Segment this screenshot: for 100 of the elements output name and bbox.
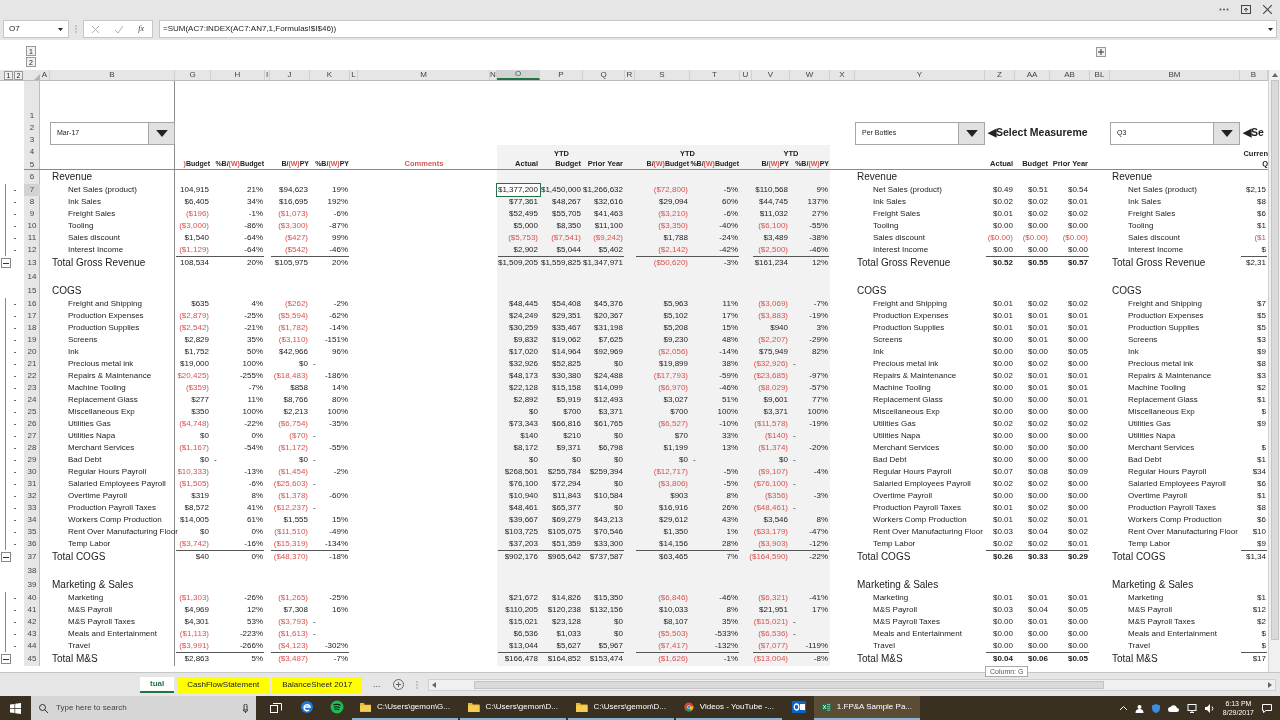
column-header[interactable]: Q xyxy=(583,70,625,80)
row-header[interactable]: 2 xyxy=(24,121,40,133)
row-header[interactable]: 24 xyxy=(24,394,40,406)
scrollbar-thumb[interactable] xyxy=(1270,80,1279,640)
horizontal-scrollbar[interactable] xyxy=(427,678,1276,691)
cloud-icon[interactable] xyxy=(1167,704,1179,712)
notifications-icon[interactable] xyxy=(1262,703,1272,713)
column-header[interactable]: Y xyxy=(855,70,985,80)
row-header[interactable]: 17 xyxy=(24,310,40,322)
row-header[interactable]: 6 xyxy=(24,170,40,184)
row-header[interactable]: 39 xyxy=(24,578,40,592)
column-header[interactable]: L xyxy=(350,70,358,80)
column-header[interactable]: K xyxy=(310,70,350,80)
row-header[interactable]: 14 xyxy=(24,270,40,284)
column-header[interactable]: S xyxy=(635,70,690,80)
column-header[interactable]: AA xyxy=(1015,70,1050,80)
column-header[interactable]: BM xyxy=(1110,70,1240,80)
people-icon[interactable] xyxy=(1134,703,1144,713)
close-icon[interactable] xyxy=(1263,4,1272,14)
row-header[interactable]: 42 xyxy=(24,616,40,628)
column-header[interactable]: M xyxy=(358,70,490,80)
sheet-tab[interactable]: tual xyxy=(140,676,175,693)
column-header[interactable]: BL xyxy=(1090,70,1110,80)
row-header[interactable]: 11 xyxy=(24,232,40,244)
row-header[interactable]: 22 xyxy=(24,370,40,382)
column-header[interactable]: J xyxy=(270,70,310,80)
column-header[interactable]: P xyxy=(540,70,583,80)
scroll-up-icon[interactable] xyxy=(1271,73,1278,77)
column-header[interactable]: A xyxy=(40,70,50,80)
column-header[interactable]: V xyxy=(752,70,790,80)
vertical-scrollbar[interactable] xyxy=(1268,70,1280,672)
row-header[interactable]: 31 xyxy=(24,478,40,490)
row-header[interactable]: 13 xyxy=(24,256,40,270)
column-header[interactable]: H xyxy=(211,70,265,80)
column-header[interactable]: X xyxy=(830,70,855,80)
row-header[interactable]: 26 xyxy=(24,418,40,430)
chevron-up-icon[interactable] xyxy=(1119,706,1127,710)
row-header[interactable]: 45 xyxy=(24,652,40,666)
row-header[interactable]: 1 xyxy=(24,81,40,121)
row-header[interactable]: 21 xyxy=(24,358,40,370)
collapse-button[interactable] xyxy=(1,654,11,664)
taskbar-app[interactable]: C:\Users\gemon\D... xyxy=(568,696,674,720)
windows-logo-icon[interactable] xyxy=(10,702,21,714)
row-header[interactable]: 41 xyxy=(24,604,40,616)
row-header[interactable]: 38 xyxy=(24,564,40,578)
taskbar-app[interactable]: Videos - YouTube -... xyxy=(676,696,782,720)
row-header[interactable]: 44 xyxy=(24,640,40,652)
row-header[interactable]: 43 xyxy=(24,628,40,640)
column-header[interactable]: R xyxy=(625,70,635,80)
row-header[interactable]: 29 xyxy=(24,454,40,466)
row-header[interactable]: 27 xyxy=(24,430,40,442)
drag-handle-icon[interactable] xyxy=(415,680,418,689)
volume-icon[interactable] xyxy=(1204,703,1215,713)
row-header[interactable]: 7 xyxy=(24,184,40,196)
search-field[interactable]: Type here to search xyxy=(31,696,256,720)
name-box[interactable]: O7 xyxy=(3,20,69,38)
add-sheet-icon[interactable] xyxy=(392,679,404,690)
insert-function-button[interactable]: fx xyxy=(138,23,145,35)
shield-icon[interactable] xyxy=(1151,703,1160,713)
row-header[interactable]: 30 xyxy=(24,466,40,478)
collapse-button[interactable] xyxy=(1,552,11,562)
row-header[interactable]: 18 xyxy=(24,322,40,334)
row-header[interactable]: 28 xyxy=(24,442,40,454)
scroll-right-icon[interactable] xyxy=(1268,681,1272,688)
sheet-tab[interactable]: BalanceSheet 2017 xyxy=(272,676,363,693)
column-header[interactable]: O xyxy=(497,70,540,80)
row-header[interactable]: 34 xyxy=(24,514,40,526)
drag-handle-icon[interactable] xyxy=(75,25,77,33)
row-header[interactable]: 15 xyxy=(24,284,40,298)
formula-field[interactable]: =SUM(AC7:INDEX(AC7:AN7,1,Formulas!$I$46)) xyxy=(159,20,1277,38)
scroll-left-icon[interactable] xyxy=(431,681,436,688)
row-header[interactable]: 5 xyxy=(24,157,40,170)
row-header[interactable]: 37 xyxy=(24,550,40,564)
row-header[interactable]: 9 xyxy=(24,208,40,220)
row-header[interactable]: 4 xyxy=(24,145,40,157)
row-header[interactable]: 8 xyxy=(24,196,40,208)
collapse-button[interactable] xyxy=(1,258,11,268)
column-header[interactable]: I xyxy=(265,70,270,80)
microphone-icon[interactable] xyxy=(243,703,248,713)
column-header[interactable]: T xyxy=(690,70,740,80)
row-header[interactable]: 20 xyxy=(24,346,40,358)
row-header[interactable]: 35 xyxy=(24,526,40,538)
row-header[interactable]: 40 xyxy=(24,592,40,604)
network-icon[interactable] xyxy=(1186,703,1197,713)
row-header[interactable]: 3 xyxy=(24,133,40,145)
column-header[interactable]: G xyxy=(175,70,211,80)
column-header[interactable]: B xyxy=(50,70,175,80)
row-header[interactable]: 23 xyxy=(24,382,40,394)
more-icon[interactable] xyxy=(1219,7,1229,11)
taskbar-app[interactable]: 1.FP&A Sample Pa... xyxy=(814,696,920,720)
row-header[interactable]: 33 xyxy=(24,502,40,514)
taskbar-app[interactable]: C:\Users\gemon\D... xyxy=(460,696,566,720)
check-icon[interactable] xyxy=(114,25,123,33)
row-header[interactable]: 16 xyxy=(24,298,40,310)
row-header[interactable]: 32 xyxy=(24,490,40,502)
ribbon-display-icon[interactable] xyxy=(1241,4,1251,14)
row-header[interactable]: 12 xyxy=(24,244,40,256)
task-view-icon[interactable] xyxy=(270,703,282,713)
row-header[interactable]: 25 xyxy=(24,406,40,418)
expand-button[interactable] xyxy=(1096,47,1106,57)
